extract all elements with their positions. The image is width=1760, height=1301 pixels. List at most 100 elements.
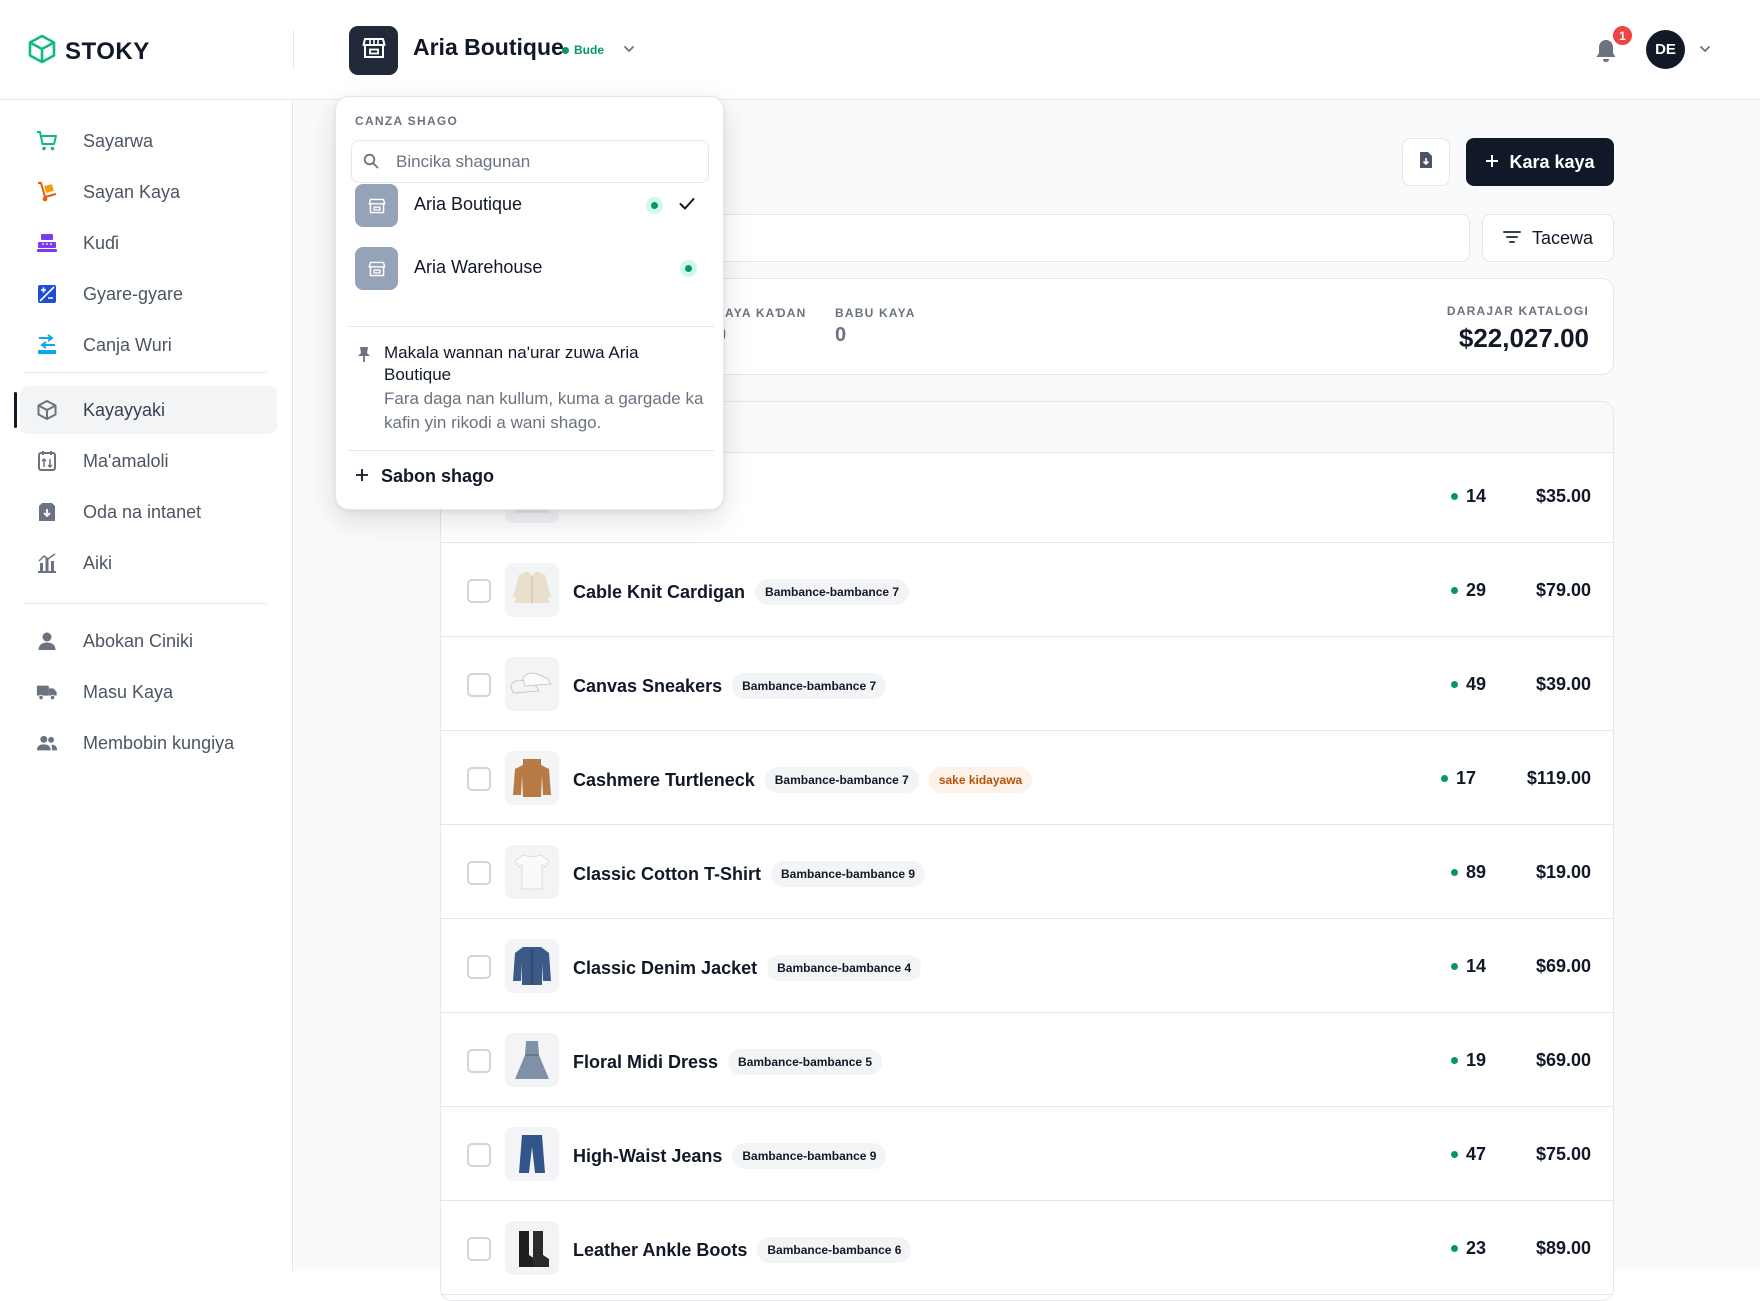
product-name[interactable]: Cashmere Turtleneck [573,770,755,791]
product-price: $79.00 [1535,580,1591,600]
sidebar-item-ma-amaloli[interactable]: Ma'amaloli [20,437,277,485]
plus-icon [1485,152,1499,173]
row-checkbox[interactable] [467,955,491,979]
table-row[interactable]: Floral Midi Dress Bambance-bambance 5 19 $6… [441,1013,1613,1107]
export-button[interactable] [1402,138,1450,186]
stock-cell: 23 [1451,1238,1486,1259]
table-row[interactable]: Cashmere Turtleneck Bambance-bambance 7 sa… [441,731,1613,825]
store-search-input[interactable]: Bincika shagunan [351,140,709,183]
box-icon [36,399,58,421]
variants-badge: Bambance-bambance 9 [732,1143,887,1169]
sidebar-item-kudi[interactable]: Kuɗi [20,219,277,267]
product-price: $89.00 [1535,1238,1591,1258]
sidebar-item-kayayyaki[interactable]: Kayayyaki [20,386,277,434]
sidebar-item-label: Kayayyaki [83,399,166,420]
product-thumbnail [505,563,559,617]
stock-cell: 19 [1451,1050,1486,1071]
store-option-aria-warehouse[interactable]: Aria Warehouse [355,245,705,291]
sidebar-item-sayan-kaya[interactable]: Sayan Kaya [20,168,277,216]
sidebar-item-abokan-ciniki[interactable]: Abokan Ciniki [20,617,277,665]
pin-store-description: Fara daga nan kullum, kuma a gargade ka … [384,389,704,432]
stock-cell: 89 [1451,862,1486,883]
sidebar-item-masu-kaya[interactable]: Masu Kaya [20,668,277,716]
add-product-button[interactable]: Kara kaya [1466,138,1614,186]
sidebar-item-label: Membobin kungiya [83,732,235,753]
product-name-cell: Cashmere Turtleneck Bambance-bambance 7 sa… [573,767,1033,793]
stat-out-of-stock-label: BABU KAYA [835,306,916,320]
product-price: $75.00 [1535,1144,1591,1164]
stock-dot [1451,869,1458,876]
product-name[interactable]: Classic Cotton T-Shirt [573,864,761,885]
product-name[interactable]: Leather Ankle Boots [573,1240,747,1261]
cube-logo-icon [28,34,56,69]
sidebar: Sayarwa Sayan Kaya Kuɗi Gyare-gyare Canj… [0,101,293,1271]
chevron-down-icon[interactable] [1698,42,1712,61]
store-icon [355,184,398,227]
avatar[interactable]: DE [1646,30,1685,69]
header-divider [293,30,294,70]
cart-icon [36,130,58,152]
product-name[interactable]: High-Waist Jeans [573,1146,722,1167]
sidebar-divider [24,603,267,604]
stock-count: 47 [1466,1144,1487,1164]
transfer-icon [36,334,58,356]
row-checkbox[interactable] [467,1049,491,1073]
stock-count: 23 [1466,1238,1487,1258]
variants-badge: Bambance-bambance 5 [728,1049,883,1075]
stock-count: 49 [1466,674,1487,694]
product-name[interactable]: Classic Denim Jacket [573,958,757,979]
current-store-name[interactable]: Aria Boutique [413,34,564,61]
stock-cell: 29 [1451,580,1486,601]
status-dot [646,197,663,214]
row-checkbox[interactable] [467,673,491,697]
sidebar-item-gyare-gyare[interactable]: Gyare-gyare [20,270,277,318]
row-checkbox[interactable] [467,1237,491,1261]
brand-name: STOKY [65,37,150,65]
search-placeholder: Bincika shagunan [396,151,531,171]
sidebar-item-oda-na-intanet[interactable]: Oda na intanet [20,488,277,536]
stat-catalog-value-label: DARAJAR KATALOGI [1446,304,1589,318]
sidebar-item-label: Ma'amaloli [83,450,169,471]
transactions-icon [36,450,58,472]
brand-logo[interactable]: STOKY [28,34,150,69]
store-switcher-button[interactable] [349,26,398,75]
table-row[interactable]: Classic Denim Jacket Bambance-bambance 4 1… [441,919,1613,1013]
sidebar-item-aiki[interactable]: Aiki [20,539,277,587]
row-checkbox[interactable] [467,579,491,603]
filter-button[interactable]: Tacewa [1482,214,1614,262]
table-row[interactable]: Leather Ankle Boots Bambance-bambance 6 23… [441,1201,1613,1295]
sidebar-item-label: Aiki [83,552,113,573]
product-name[interactable]: Floral Midi Dress [573,1052,718,1073]
chevron-down-icon[interactable] [622,42,636,61]
store-option-aria-boutique[interactable]: Aria Boutique [355,182,705,228]
row-checkbox[interactable] [467,1143,491,1167]
store-switcher-dropdown: CANZA SHAGO Bincika shagunan Aria Boutiq… [335,96,724,510]
product-thumbnail [505,1127,559,1181]
table-row[interactable]: High-Waist Jeans Bambance-bambance 9 47 $75… [441,1107,1613,1201]
filter-icon [1502,228,1521,249]
product-name[interactable]: Cable Knit Cardigan [573,582,745,603]
sidebar-item-sayarwa[interactable]: Sayarwa [20,117,277,165]
new-store-button[interactable]: Sabon shago [355,466,494,487]
sidebar-item-membobin-kungiya[interactable]: Membobin kungiya [20,719,277,767]
stock-dot [1451,587,1458,594]
dropdown-title: CANZA SHAGO [355,114,459,128]
stock-count: 17 [1456,768,1477,788]
product-price: $39.00 [1535,674,1591,694]
dropdown-divider [348,326,714,327]
active-nav-indicator [14,392,17,428]
warning-badge: sake kidayawa [928,767,1033,793]
row-checkbox[interactable] [467,767,491,791]
pin-store-title[interactable]: Makala wannan na'urar zuwa Aria Boutique [384,342,704,386]
table-row[interactable]: Cable Knit Cardigan Bambance-bambance 7 29… [441,543,1613,637]
stat-partial-label: AYA KAƊAN [725,306,807,320]
stock-count: 14 [1466,486,1487,506]
sidebar-item-canja-wuri[interactable]: Canja Wuri [20,321,277,369]
adjust-icon [36,283,58,305]
row-checkbox[interactable] [467,861,491,885]
sidebar-item-label: Gyare-gyare [83,283,184,304]
table-row[interactable]: Classic Cotton T-Shirt Bambance-bambance … [441,825,1613,919]
product-name[interactable]: Canvas Sneakers [573,676,722,697]
table-row[interactable]: Canvas Sneakers Bambance-bambance 7 49 $39.… [441,637,1613,731]
sidebar-item-label: Sayan Kaya [83,181,181,202]
